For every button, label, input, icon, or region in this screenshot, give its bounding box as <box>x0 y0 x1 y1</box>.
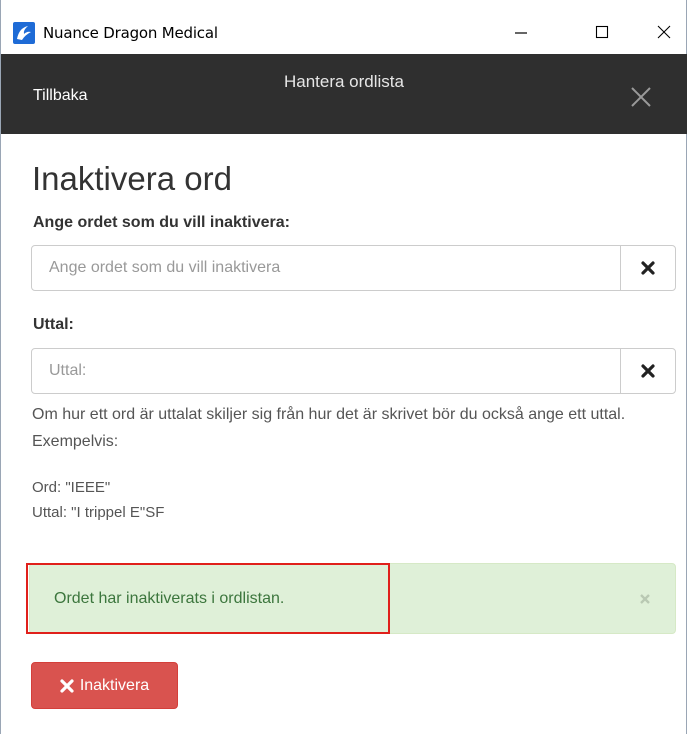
dialog-header: Hantera ordlista Tillbaka <box>1 54 687 134</box>
dragon-logo-icon <box>13 22 35 44</box>
pronunciation-label: Uttal: <box>33 316 74 333</box>
times-icon <box>641 364 655 378</box>
word-input-group <box>31 245 676 291</box>
help-text: Om hur ett ord är uttalat skiljer sig fr… <box>32 406 626 450</box>
word-input[interactable] <box>32 246 620 290</box>
window-close-button[interactable] <box>641 14 687 50</box>
times-icon <box>641 261 655 275</box>
deactivate-button-label: Inaktivera <box>79 676 150 694</box>
dialog-close-button[interactable] <box>627 83 655 111</box>
back-link[interactable]: Tillbaka <box>33 87 88 105</box>
example-pronunciation: Uttal: "I trippel E"SF <box>32 504 165 521</box>
pronunciation-input-group <box>31 348 676 394</box>
example-word: Ord: "IEEE" <box>32 479 111 496</box>
times-icon <box>60 678 74 693</box>
dialog-title: Hantera ordlista <box>283 72 404 91</box>
minimize-icon <box>515 32 527 34</box>
page-title: Inaktivera ord <box>32 160 232 197</box>
clear-word-button[interactable] <box>620 246 675 290</box>
clear-pronunciation-button[interactable] <box>620 349 675 393</box>
close-icon <box>657 25 671 39</box>
close-icon <box>640 594 650 604</box>
deactivate-button[interactable]: Inaktivera <box>31 662 178 709</box>
app-window: Nuance Dragon Medical Hantera ordlista T… <box>0 0 687 734</box>
window-title: Nuance Dragon Medical <box>43 24 218 42</box>
maximize-icon <box>595 25 609 39</box>
minimize-button[interactable] <box>498 14 544 50</box>
pronunciation-input[interactable] <box>32 349 620 393</box>
word-label: Ange ordet som du vill inaktivera: <box>33 214 290 231</box>
close-icon <box>631 87 651 107</box>
alert-message: Ordet har inaktiverats i ordlistan. <box>54 590 285 607</box>
alert-close-button[interactable] <box>637 591 653 607</box>
title-bar: Nuance Dragon Medical <box>1 0 686 54</box>
maximize-button[interactable] <box>579 14 625 50</box>
